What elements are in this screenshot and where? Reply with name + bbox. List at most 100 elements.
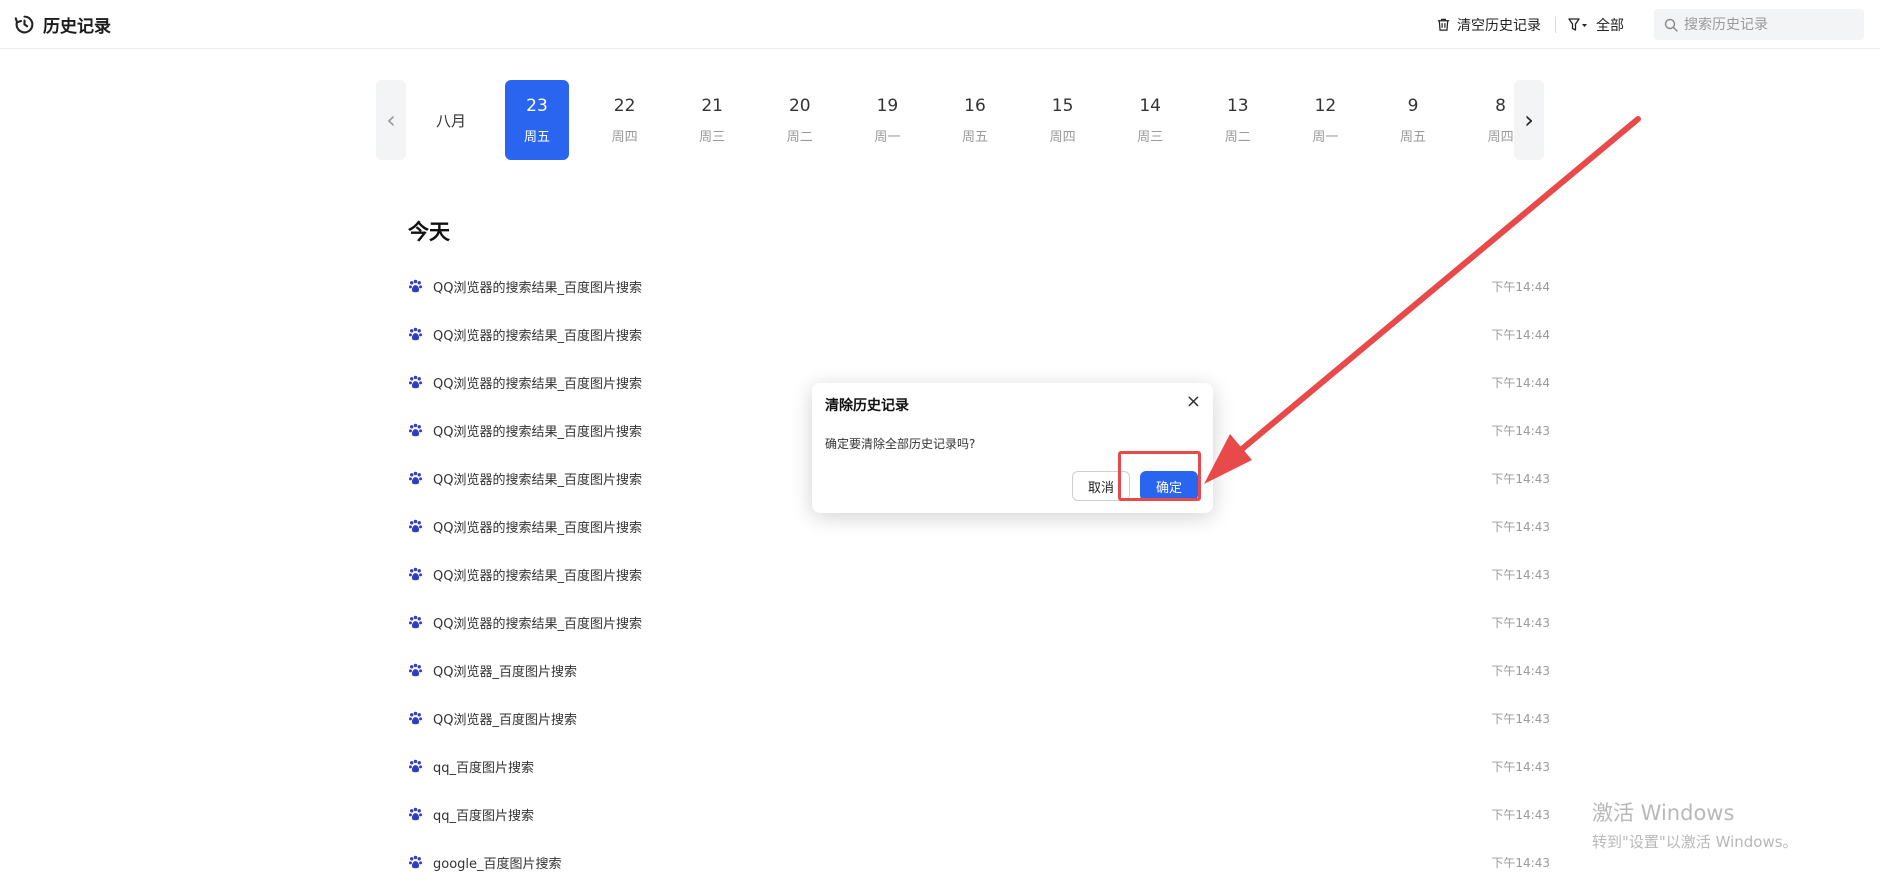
date-number: 12 — [1314, 95, 1337, 116]
search-input[interactable] — [1684, 16, 1854, 33]
divider — [1555, 16, 1556, 33]
date-weekday: 周五 — [1399, 129, 1426, 145]
history-item-title[interactable]: QQ浏览器的搜索结果_百度图片搜索 — [433, 421, 642, 440]
section-title-today: 今天 — [408, 220, 450, 244]
date-selector: ‹ 八月 23 周五 22 周四 21 周三 20 周二 19 周一 16 周五 15 周四 14 周三 13 周… — [376, 80, 1544, 160]
baidu-paw-icon — [408, 567, 423, 580]
trash-icon — [1437, 18, 1450, 31]
date-20[interactable]: 20 周二 — [768, 80, 832, 160]
history-item-title[interactable]: QQ浏览器_百度图片搜索 — [433, 709, 577, 728]
confirm-button[interactable]: 确定 — [1140, 471, 1198, 501]
date-number: 23 — [526, 95, 548, 116]
history-item[interactable]: QQ浏览器_百度图片搜索 下午14:43 — [408, 646, 1550, 694]
history-item-time: 下午14:44 — [1491, 279, 1550, 294]
date-weekday: 周四 — [1487, 129, 1514, 145]
history-item-title[interactable]: qq_百度图片搜索 — [433, 757, 534, 776]
date-19[interactable]: 19 周一 — [855, 80, 919, 160]
baidu-paw-icon — [408, 327, 423, 340]
date-number: 22 — [613, 95, 636, 116]
history-item-title[interactable]: QQ浏览器的搜索结果_百度图片搜索 — [433, 373, 642, 392]
top-bar: 历史记录 清空历史记录 全部 — [0, 0, 1880, 49]
date-number: 16 — [964, 95, 986, 116]
search-box[interactable] — [1654, 9, 1864, 40]
clear-history-label: 清空历史记录 — [1457, 17, 1541, 34]
date-weekday: 周五 — [523, 129, 550, 145]
baidu-paw-icon — [408, 759, 423, 772]
history-item-title[interactable]: QQ浏览器的搜索结果_百度图片搜索 — [433, 469, 642, 488]
history-item-time: 下午14:44 — [1491, 327, 1550, 342]
baidu-paw-icon — [408, 519, 423, 532]
history-item-title[interactable]: google_百度图片搜索 — [433, 853, 562, 872]
history-item[interactable]: google_百度图片搜索 下午14:43 — [408, 838, 1550, 886]
baidu-paw-icon — [408, 711, 423, 724]
date-weekday: 周三 — [1137, 129, 1164, 145]
history-item[interactable]: QQ浏览器的搜索结果_百度图片搜索 下午14:43 — [408, 598, 1550, 646]
baidu-paw-icon — [408, 471, 423, 484]
history-item-time: 下午14:43 — [1491, 663, 1550, 678]
history-item-title[interactable]: QQ浏览器的搜索结果_百度图片搜索 — [433, 517, 642, 536]
baidu-paw-icon — [408, 375, 423, 388]
history-item-title[interactable]: QQ浏览器的搜索结果_百度图片搜索 — [433, 613, 642, 632]
top-actions: 清空历史记录 全部 — [1436, 9, 1864, 40]
history-item-title[interactable]: QQ浏览器的搜索结果_百度图片搜索 — [433, 277, 642, 296]
history-item[interactable]: qq_百度图片搜索 下午14:43 — [408, 742, 1550, 790]
date-16[interactable]: 16 周五 — [943, 80, 1007, 160]
filter-icon — [1568, 18, 1587, 31]
next-dates-button[interactable]: › — [1514, 80, 1544, 160]
history-item[interactable]: QQ浏览器_百度图片搜索 下午14:43 — [408, 694, 1550, 742]
history-item-time: 下午14:43 — [1491, 711, 1550, 726]
history-item-title[interactable]: qq_百度图片搜索 — [433, 805, 534, 824]
history-item-time: 下午14:43 — [1491, 615, 1550, 630]
dialog-title: 清除历史记录 — [825, 398, 909, 414]
date-weekday: 周二 — [1224, 129, 1251, 145]
search-icon — [1664, 18, 1678, 32]
date-23[interactable]: 23 周五 — [505, 80, 569, 160]
baidu-paw-icon — [408, 855, 423, 868]
baidu-paw-icon — [408, 807, 423, 820]
history-item[interactable]: QQ浏览器的搜索结果_百度图片搜索 下午14:44 — [408, 310, 1550, 358]
date-number: 21 — [701, 95, 723, 116]
date-22[interactable]: 22 周四 — [593, 80, 657, 160]
date-number: 19 — [876, 95, 899, 116]
date-weekday: 周四 — [1049, 129, 1076, 145]
date-21[interactable]: 21 周三 — [680, 80, 744, 160]
baidu-paw-icon — [408, 615, 423, 628]
history-item[interactable]: QQ浏览器的搜索结果_百度图片搜索 下午14:43 — [408, 550, 1550, 598]
date-weekday: 周四 — [611, 129, 638, 145]
date-weekday: 周一 — [874, 129, 901, 145]
date-15[interactable]: 15 周四 — [1031, 80, 1095, 160]
history-clock-icon — [14, 15, 34, 34]
dialog-message: 确定要清除全部历史记录吗? — [825, 437, 976, 451]
date-weekday: 周一 — [1312, 129, 1339, 145]
date-number: 15 — [1051, 95, 1074, 116]
date-14[interactable]: 14 周三 — [1118, 80, 1182, 160]
date-number: 20 — [788, 95, 811, 116]
chevron-right-icon: › — [1524, 106, 1534, 134]
history-item-title[interactable]: QQ浏览器_百度图片搜索 — [433, 661, 577, 680]
prev-dates-button[interactable]: ‹ — [376, 80, 406, 160]
date-12[interactable]: 12 周一 — [1293, 80, 1357, 160]
history-item-time: 下午14:43 — [1491, 855, 1550, 870]
cancel-button[interactable]: 取消 — [1072, 471, 1130, 501]
baidu-paw-icon — [408, 663, 423, 676]
history-item-title[interactable]: QQ浏览器的搜索结果_百度图片搜索 — [433, 565, 642, 584]
close-icon[interactable]: × — [1186, 393, 1201, 411]
page-title: 历史记录 — [43, 17, 111, 37]
date-9[interactable]: 9 周五 — [1381, 80, 1445, 160]
filter-dropdown[interactable]: 全部 — [1568, 15, 1624, 35]
date-13[interactable]: 13 周二 — [1206, 80, 1270, 160]
app-brand: 历史记录 — [14, 12, 111, 37]
history-item[interactable]: QQ浏览器的搜索结果_百度图片搜索 下午14:44 — [408, 262, 1550, 310]
history-item-time: 下午14:43 — [1491, 423, 1550, 438]
history-item[interactable]: qq_百度图片搜索 下午14:43 — [408, 790, 1550, 838]
date-weekday: 周二 — [786, 129, 813, 145]
filter-label: 全部 — [1596, 17, 1624, 34]
clear-history-button[interactable]: 清空历史记录 — [1436, 15, 1541, 35]
watermark-line1: 激活 Windows — [1592, 801, 1735, 825]
chevron-left-icon: ‹ — [386, 106, 396, 134]
history-item-time: 下午14:43 — [1491, 471, 1550, 486]
date-weekday: 周五 — [961, 129, 988, 145]
history-item-title[interactable]: QQ浏览器的搜索结果_百度图片搜索 — [433, 325, 642, 344]
watermark-line2: 转到"设置"以激活 Windows。 — [1592, 833, 1798, 851]
history-item-time: 下午14:44 — [1491, 375, 1550, 390]
